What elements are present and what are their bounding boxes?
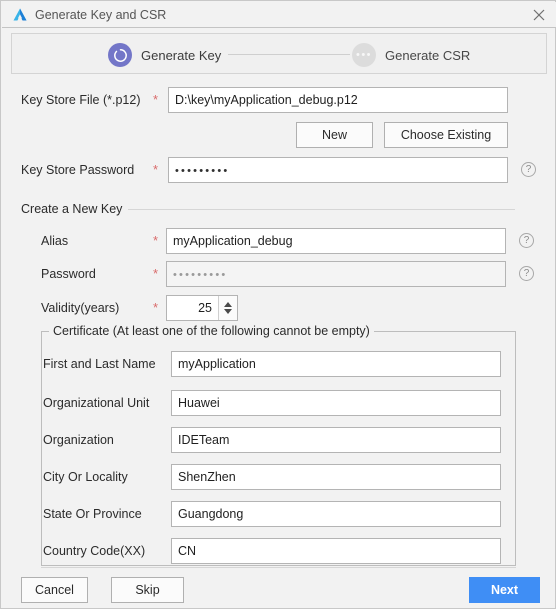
deveco-logo-icon [12, 7, 28, 23]
arrow-up-icon[interactable] [224, 302, 232, 307]
step-generate-key-label: Generate Key [141, 47, 222, 63]
key-store-file-input[interactable]: D:\key\myApplication_debug.p12 [168, 87, 508, 113]
stepper-connector-line [228, 54, 350, 55]
validity-required: * [153, 300, 159, 315]
country-code-input[interactable]: CN [171, 538, 501, 564]
stepper-panel: Generate Key ••• Generate CSR [11, 33, 547, 74]
organizational-unit-label: Organizational Unit [43, 396, 150, 410]
title-bar: Generate Key and CSR [2, 2, 556, 28]
generate-key-dialog: Generate Key and CSR Generate Key ••• Ge… [0, 0, 556, 609]
alias-required: * [153, 233, 159, 248]
validity-label: Validity(years) [41, 301, 120, 315]
validity-value[interactable]: 25 [167, 296, 218, 320]
spinner-ring-icon [108, 43, 132, 67]
password-help-icon[interactable]: ? [519, 266, 534, 281]
country-code-label: Country Code(XX) [43, 544, 146, 558]
key-store-password-required: * [153, 162, 159, 177]
arrow-down-icon[interactable] [224, 309, 232, 314]
password-required: * [153, 266, 159, 281]
password-label: Password [41, 267, 96, 281]
step-generate-csr-label: Generate CSR [385, 47, 471, 63]
alias-input[interactable]: myApplication_debug [166, 228, 506, 254]
first-and-last-name-input[interactable]: myApplication [171, 351, 501, 377]
certificate-group-title: Certificate (At least one of the followi… [49, 324, 374, 338]
step-generate-csr[interactable]: ••• Generate CSR [352, 42, 470, 68]
city-or-locality-input[interactable]: ShenZhen [171, 464, 501, 490]
organization-input[interactable]: IDETeam [171, 427, 501, 453]
key-store-file-label: Key Store File (*.p12) [21, 93, 141, 107]
key-store-password-label: Key Store Password [21, 163, 135, 177]
city-or-locality-label: City Or Locality [43, 470, 128, 484]
step-generate-key[interactable]: Generate Key [108, 42, 221, 68]
cancel-button[interactable]: Cancel [21, 577, 88, 603]
password-value: ••••••••• [173, 269, 228, 281]
first-and-last-name-label: First and Last Name [43, 357, 156, 371]
alias-label: Alias [41, 234, 69, 248]
ellipsis-icon: ••• [352, 43, 376, 67]
create-new-key-section-title: Create a New Key [21, 202, 129, 216]
choose-existing-button[interactable]: Choose Existing [384, 122, 508, 148]
password-input[interactable]: ••••••••• [166, 261, 506, 287]
key-store-password-value: ••••••••• [175, 165, 230, 177]
new-button[interactable]: New [296, 122, 373, 148]
footer-divider [41, 567, 516, 568]
key-store-password-input[interactable]: ••••••••• [168, 157, 508, 183]
key-store-password-help-icon[interactable]: ? [521, 162, 536, 177]
next-button[interactable]: Next [469, 577, 540, 603]
close-icon[interactable] [530, 6, 548, 24]
key-store-file-required: * [153, 92, 159, 107]
window-title: Generate Key and CSR [35, 8, 167, 22]
organization-label: Organization [43, 433, 114, 447]
state-or-province-label: State Or Province [43, 507, 142, 521]
state-or-province-input[interactable]: Guangdong [171, 501, 501, 527]
validity-spinner-buttons[interactable] [218, 296, 237, 320]
alias-help-icon[interactable]: ? [519, 233, 534, 248]
validity-stepper[interactable]: 25 [166, 295, 238, 321]
skip-button[interactable]: Skip [111, 577, 184, 603]
organizational-unit-input[interactable]: Huawei [171, 390, 501, 416]
